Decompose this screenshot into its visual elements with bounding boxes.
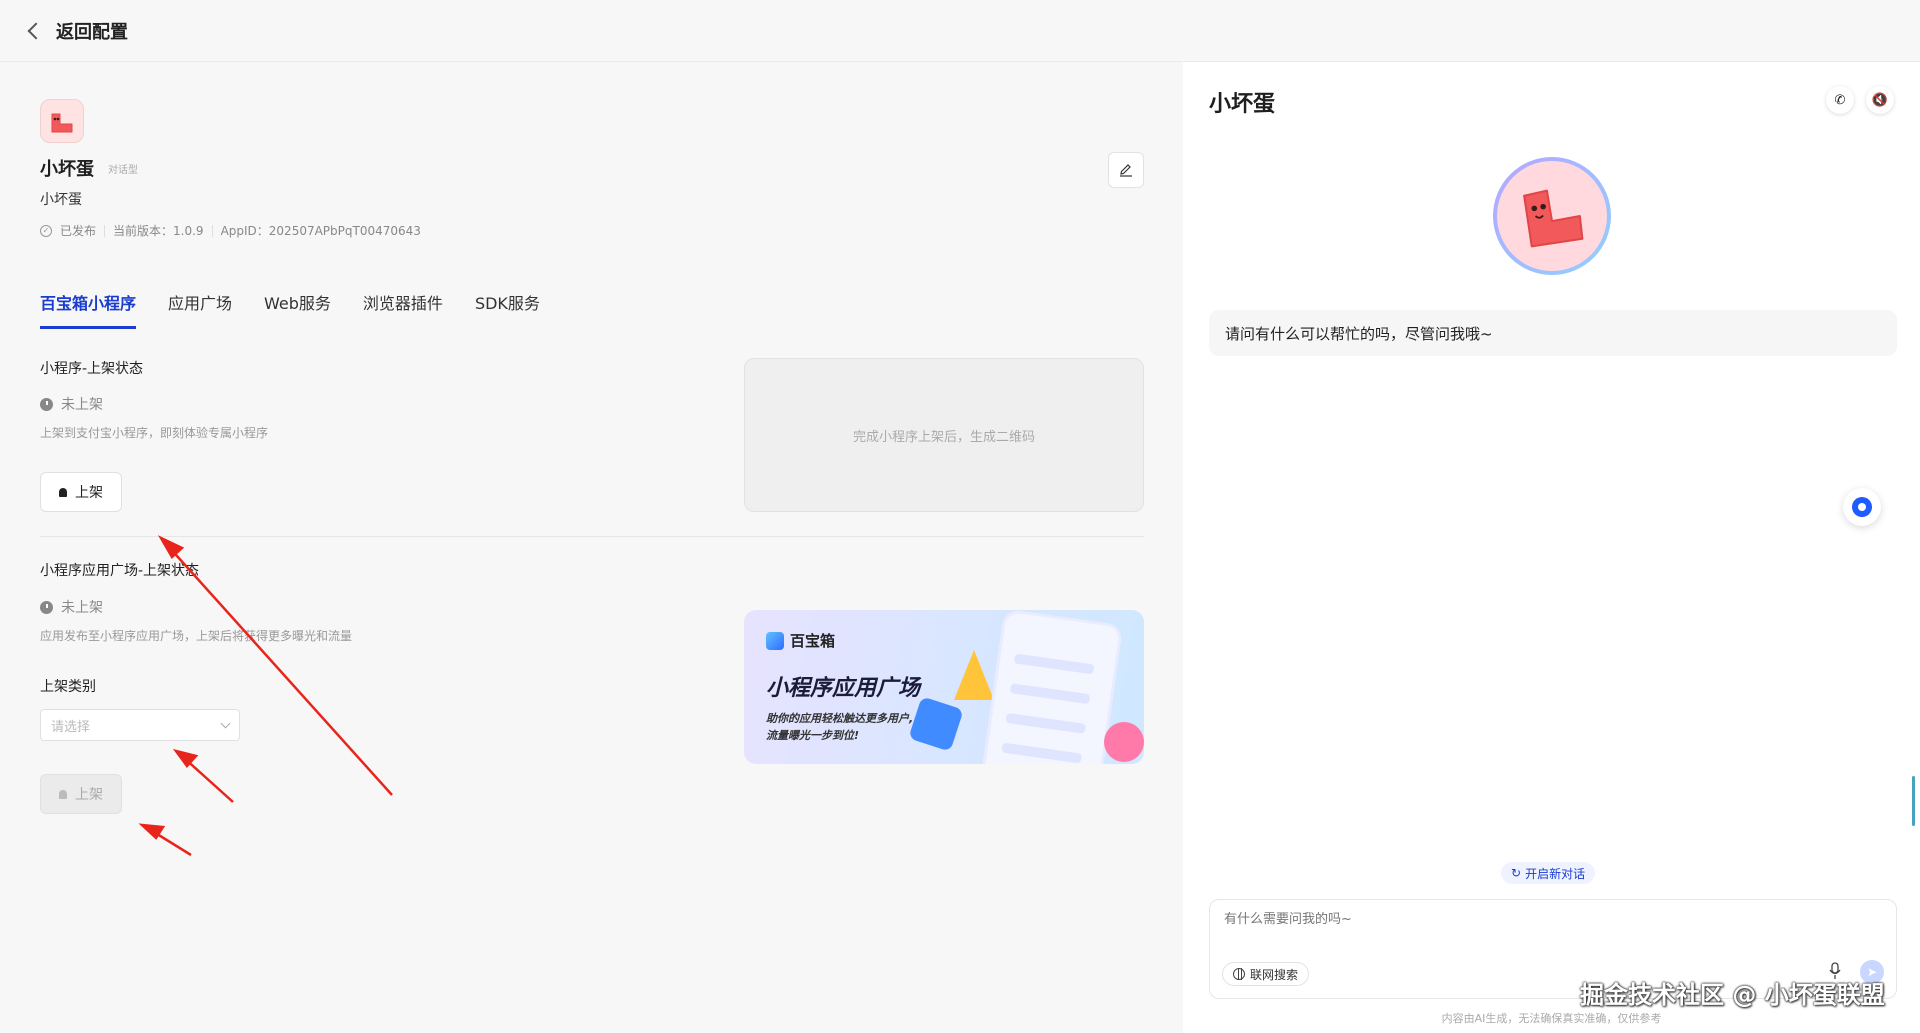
tab-web-service[interactable]: Web服务	[264, 290, 331, 329]
bell-icon	[59, 789, 67, 799]
phone-row	[1005, 712, 1087, 734]
divider	[211, 224, 213, 237]
web-search-toggle[interactable]: 联网搜索	[1222, 962, 1310, 986]
chat-preview-panel: 小坏蛋 ✆ 🔇 请问有什么可以帮忙的吗，尽管问我哦~ ↻ 开启新对话 联网搜索 …	[1183, 62, 1920, 1033]
tab-browser-plugin[interactable]: 浏览器插件	[363, 290, 443, 329]
select-placeholder: 请选择	[51, 719, 91, 735]
divider	[104, 224, 106, 237]
assistant-float-button[interactable]	[1843, 488, 1881, 526]
chevron-left-icon[interactable]	[27, 22, 45, 39]
app-name: 小坏蛋	[40, 159, 94, 180]
edit-app-button[interactable]	[1108, 152, 1144, 188]
phone-row	[1001, 742, 1082, 764]
app-id: AppID：202507APbPqT00470643	[220, 224, 421, 238]
new-chat-label: 开启新对话	[1525, 866, 1586, 881]
section-divider	[40, 536, 1144, 537]
scrollbar[interactable]	[1912, 776, 1915, 826]
back-to-config-link[interactable]: 返回配置	[56, 18, 128, 44]
mini-program-hint: 上架到支付宝小程序，即刻体验专属小程序	[40, 426, 269, 440]
banner-brand: 百宝箱	[766, 630, 835, 651]
phone-row	[1013, 653, 1095, 675]
phone-call-button[interactable]: ✆	[1826, 86, 1854, 114]
pencil-icon	[1120, 164, 1132, 177]
square-status: 未上架	[40, 597, 103, 617]
phone-illustration	[980, 610, 1124, 764]
check-circle-icon: ✓	[40, 224, 52, 237]
clock-icon	[40, 600, 53, 614]
app-description: 小坏蛋	[40, 192, 82, 208]
banner-title: 小程序应用广场	[766, 676, 921, 701]
square-hint: 应用发布至小程序应用广场，上架后将获得更多曝光和流量	[40, 629, 353, 643]
bell-icon	[59, 487, 67, 497]
bot-avatar	[1493, 157, 1611, 275]
web-search-label: 联网搜索	[1250, 967, 1299, 982]
speaker-mute-icon: 🔇	[1871, 92, 1889, 108]
app-type-tag: 对话型	[108, 165, 138, 176]
shelf-mini-program-button[interactable]: 上架	[40, 472, 122, 512]
tab-sdk-service[interactable]: SDK服务	[475, 290, 540, 329]
refresh-icon: ↻	[1511, 866, 1522, 880]
publish-status: 已发布	[60, 224, 97, 238]
category-label: 上架类别	[40, 679, 96, 695]
square-status-title: 小程序应用广场-上架状态	[40, 563, 200, 579]
phone-row	[1009, 683, 1091, 705]
phone-icon: ✆	[1834, 92, 1846, 108]
top-bar: 返回配置	[0, 0, 1920, 62]
app-meta: ✓ 已发布 当前版本：1.0.9 AppID：202507APbPqT00470…	[40, 222, 421, 239]
decor-shape	[1104, 722, 1144, 762]
globe-icon	[1233, 968, 1245, 980]
mini-program-status: 未上架	[40, 394, 103, 414]
qr-code-placeholder: 完成小程序上架后，生成二维码	[744, 358, 1144, 512]
ai-disclaimer: 内容由AI生成，无法确保真实准确，仅供参考	[1441, 1012, 1662, 1025]
chevron-down-icon	[220, 718, 231, 728]
publish-config-panel: 小坏蛋 对话型 小坏蛋 ✓ 已发布 当前版本：1.0.9 AppID：20250…	[0, 62, 1183, 1033]
watermark: 掘金技术社区 @ 小坏蛋联盟	[1580, 981, 1885, 1009]
brand-name: 百宝箱	[790, 632, 836, 650]
tab-mini-program[interactable]: 百宝箱小程序	[40, 290, 137, 329]
publish-tabs: 百宝箱小程序 应用广场 Web服务 浏览器插件 SDK服务	[40, 290, 540, 329]
chat-title: 小坏蛋	[1209, 92, 1276, 117]
tab-app-square[interactable]: 应用广场	[168, 290, 232, 329]
current-version: 当前版本：1.0.9	[113, 224, 204, 238]
chat-input[interactable]	[1224, 912, 1864, 927]
mascot-icon	[51, 113, 73, 133]
mascot-icon	[1523, 189, 1584, 248]
cube-logo-icon	[766, 631, 784, 650]
decor-shape	[954, 650, 994, 700]
chat-bubble-icon	[1852, 497, 1872, 517]
button-label: 上架	[75, 485, 103, 501]
mute-button[interactable]: 🔇	[1866, 86, 1894, 114]
new-chat-button[interactable]: ↻ 开启新对话	[1501, 862, 1596, 884]
mini-program-status-title: 小程序-上架状态	[40, 361, 144, 377]
clock-icon	[40, 397, 53, 411]
app-square-banner: 百宝箱 小程序应用广场 助你的应用轻松触达更多用户, 流量曝光一步到位!	[744, 610, 1144, 764]
status-text: 未上架	[61, 600, 103, 616]
status-text: 未上架	[61, 397, 103, 413]
app-avatar	[40, 99, 84, 143]
greeting-message: 请问有什么可以帮忙的吗，尽管问我哦~	[1209, 310, 1897, 356]
button-label: 上架	[75, 787, 103, 803]
category-select[interactable]: 请选择	[40, 709, 240, 741]
shelf-square-button[interactable]: 上架	[40, 774, 122, 814]
